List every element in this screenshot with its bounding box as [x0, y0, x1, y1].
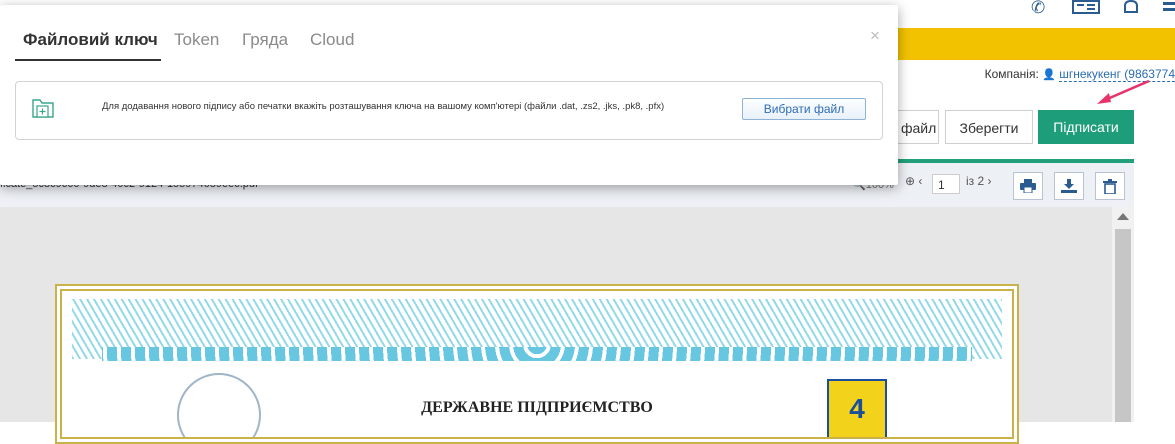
delete-button[interactable]: [1095, 172, 1125, 200]
folder-add-icon: [32, 99, 54, 118]
page-number-input[interactable]: 1: [932, 174, 960, 194]
close-icon[interactable]: ×: [870, 26, 880, 46]
menu-icon[interactable]: [1163, 0, 1175, 17]
choose-file-button[interactable]: Вибрати файл: [742, 98, 866, 120]
document-scrollbar[interactable]: [1112, 207, 1134, 422]
trash-icon: [1103, 178, 1117, 194]
tab-file-key[interactable]: Файловий ключ: [23, 30, 158, 50]
sign-button[interactable]: Підписати: [1038, 110, 1134, 144]
tab-cloud[interactable]: Cloud: [310, 30, 354, 50]
certificate-wave-ornament: [102, 347, 972, 361]
scroll-thumb[interactable]: [1115, 229, 1131, 422]
phone-icon[interactable]: ✆: [1031, 0, 1045, 16]
print-icon: [1020, 179, 1036, 193]
prev-page-icon[interactable]: ‹: [918, 174, 922, 188]
active-tab-indicator: [15, 59, 161, 61]
user-icon: 👤: [1042, 69, 1056, 81]
page-of-label: із 2: [966, 174, 985, 188]
certificate-page: ДЕРЖАВНЕ ПІДПРИЄМСТВО 4: [55, 284, 1019, 444]
download-icon: [1061, 179, 1077, 193]
page-count: із 2 ›: [966, 174, 992, 188]
download-button[interactable]: [1054, 172, 1084, 200]
zoom-in-icon[interactable]: ⊕: [905, 174, 915, 188]
bell-icon[interactable]: [1121, 0, 1141, 17]
key-location-hint: Для додавання нового підпису або печатки…: [102, 101, 665, 112]
tab-token[interactable]: Token: [174, 30, 219, 50]
pointer-arrow-icon: [1097, 79, 1150, 104]
id-card-icon[interactable]: [1072, 0, 1100, 17]
company-label: Компанія:: [984, 67, 1039, 81]
certificate-logo: 4: [827, 379, 887, 437]
pager: ⊕ ‹: [905, 174, 922, 188]
key-selection-modal: Файловий ключ Token Гряда Cloud × Для до…: [0, 5, 898, 185]
tab-hryada[interactable]: Гряда: [242, 30, 288, 50]
save-button[interactable]: Зберегти: [945, 110, 1033, 144]
key-file-panel: Для додавання нового підпису або печатки…: [15, 81, 883, 140]
print-button[interactable]: [1013, 172, 1043, 200]
next-page-icon[interactable]: ›: [988, 174, 992, 188]
scroll-up-icon[interactable]: [1117, 213, 1129, 220]
